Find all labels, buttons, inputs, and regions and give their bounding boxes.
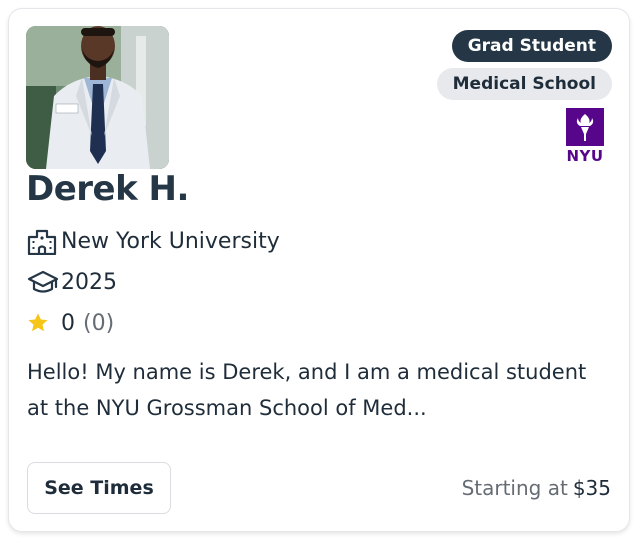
graduation-cap-icon [27,267,61,297]
star-icon [27,308,61,338]
year-row: 2025 [27,267,117,297]
graduation-year: 2025 [61,269,117,295]
price-info: Starting at $35 [462,476,611,500]
level-badge: Grad Student [451,30,612,62]
school-logo: NYU [566,108,604,165]
building-icon [27,226,61,256]
tutor-bio: Hello! My name is Derek, and I am a medi… [27,360,587,420]
profile-photo [26,26,169,169]
tutor-card[interactable]: Grad Student Medical School NYU Derek H. [8,8,630,532]
tutor-name: Derek H. [26,169,189,209]
rating-value: 0 [61,310,75,336]
price-amount: $35 [572,476,611,500]
program-badge: Medical School [436,68,612,100]
school-name: New York University [61,228,280,254]
rating-row: 0 (0) [27,308,114,338]
see-times-button[interactable]: See Times [27,462,171,514]
school-row: New York University [27,226,280,256]
torch-icon [566,108,604,146]
badge-group: Grad Student Medical School [436,30,612,100]
profile-photo-image [26,26,169,169]
rating-count: (0) [83,310,115,336]
price-prefix: Starting at [461,476,568,500]
logo-text: NYU [566,147,604,165]
